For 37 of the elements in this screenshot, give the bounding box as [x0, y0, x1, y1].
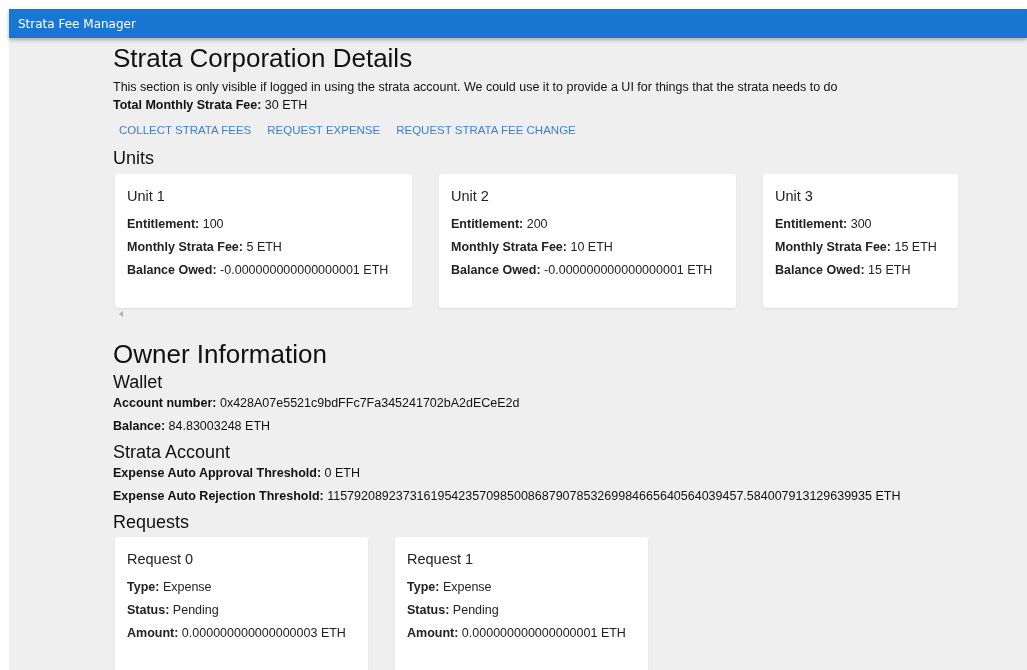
- unit-detail-text: Entitlement: 200: [451, 216, 549, 233]
- unit-detail-text: Balance Owed: 15 ETH: [775, 262, 912, 279]
- scroll-left-icon[interactable]: [119, 311, 123, 317]
- unit-detail-text: Monthly Strata Fee: 10 ETH: [451, 239, 614, 256]
- unit-detail-text: Entitlement: 300: [775, 216, 873, 233]
- unit-detail-text: Monthly Strata Fee: 15 ETH: [775, 239, 938, 256]
- app-title: Strata Fee Manager: [18, 16, 136, 31]
- request-title: Request 1: [407, 550, 475, 569]
- threshold-text: Expense Auto Rejection Threshold: 115792089237316195423570985008687907853269984665640564039457.584007913129639935 ETH: [113, 488, 902, 505]
- description-text: This section is only visible if logged in using the strata account. We could use it to provide a UI for things that the strata needs to do: [113, 79, 839, 96]
- request-detail-text: Type: Expense: [407, 579, 493, 596]
- unit-detail-text: Balance Owed: -0.000000000000000001 ETH: [127, 262, 390, 279]
- action-button[interactable]: COLLECT STRATA FEES: [113, 120, 258, 140]
- request-detail-text: Status: Pending: [127, 602, 220, 619]
- total-fee-text: Total Monthly Strata Fee: 30 ETH: [113, 97, 309, 114]
- wallet-heading: Wallet: [113, 371, 164, 394]
- wallet-detail-text: Balance: 84.83003248 ETH: [113, 418, 272, 435]
- requests-heading: Requests: [113, 511, 191, 534]
- action-button[interactable]: REQUEST STRATA FEE CHANGE: [390, 120, 582, 140]
- request-title: Request 0: [127, 550, 195, 569]
- request-detail-text: Type: Expense: [127, 579, 213, 596]
- units-heading: Units: [113, 147, 155, 170]
- request-detail-text: Amount: 0.000000000000000003 ETH: [127, 625, 347, 642]
- request-detail-text: Status: Pending: [407, 602, 500, 619]
- unit-title: Unit 2: [451, 187, 490, 206]
- wallet-detail-text: Account number: 0x428A07e5521c9bdFFc7Fa345241702bA2dECeE2d: [113, 395, 521, 412]
- section-title: Owner Information: [113, 338, 328, 370]
- action-button[interactable]: REQUEST EXPENSE: [261, 120, 387, 140]
- unit-detail-text: Monthly Strata Fee: 5 ETH: [127, 239, 283, 256]
- unit-title: Unit 3: [775, 187, 814, 206]
- request-detail-text: Amount: 0.000000000000000001 ETH: [407, 625, 627, 642]
- unit-detail-text: Entitlement: 100: [127, 216, 225, 233]
- unit-detail-text: Balance Owed: -0.000000000000000001 ETH: [451, 262, 714, 279]
- unit-title: Unit 1: [127, 187, 166, 206]
- section-title: Strata Corporation Details: [113, 42, 414, 74]
- strata-account-heading: Strata Account: [113, 441, 232, 464]
- threshold-text: Expense Auto Approval Threshold: 0 ETH: [113, 465, 362, 482]
